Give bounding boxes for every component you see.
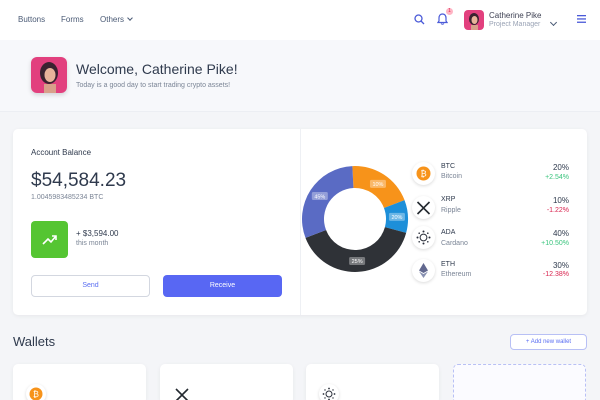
asset-symbol-eth: ETH [441,261,455,268]
asset-percent-ada: 40% [552,229,569,238]
bell-icon[interactable] [437,13,448,25]
bitcoin-icon: ₿ [412,162,435,185]
nav-link-others-label: Others [100,15,125,24]
user-name: Catherine Pike [489,11,542,20]
donut-label-eth: 45% [311,192,328,200]
welcome-avatar [31,57,67,93]
nav-link-buttons[interactable]: Buttons [18,15,45,24]
donut-label-btc: 10% [369,179,386,188]
asset-name-btc: Bitcoin [441,173,463,180]
asset-name-eth: Ethereum [441,271,472,278]
cardano-icon [412,226,435,249]
wallets-title: Wallets [13,334,56,349]
search-icon[interactable] [414,14,425,25]
top-navbar [0,0,600,40]
xrp-icon [412,196,435,219]
xrp-icon [172,384,192,400]
svg-text:₿: ₿ [33,390,39,399]
ethereum-icon [412,259,435,282]
svg-text:10%: 10% [372,182,383,188]
asset-name-ada: Cardano [441,240,468,247]
nav-link-forms[interactable]: Forms [61,15,84,24]
asset-symbol-xrp: XRP [441,196,456,203]
chevron-down-icon [127,15,133,21]
welcome-subtitle: Today is a good day to start trading cry… [76,82,231,89]
donut-label-ada: 25% [349,256,366,265]
donut-slice-eth [302,166,354,238]
welcome-title: Welcome, Catherine Pike! [76,61,238,77]
add-wallet-button[interactable]: + Add new wallet [510,334,587,350]
donut-label-xrp: 20% [388,212,405,221]
send-button[interactable]: Send [31,275,150,297]
monthly-change-amount: + $3,594.00 [76,229,119,238]
svg-text:45%: 45% [314,194,325,200]
trending-up-icon [42,235,57,245]
account-balance-btc: 1.0045983485234 BTC [31,194,104,201]
receive-button[interactable]: Receive [163,275,282,297]
donut-slice-ada [305,227,407,272]
asset-symbol-ada: ADA [441,229,456,236]
notification-badge: 1 [446,8,453,15]
asset-name-xrp: Ripple [441,207,461,214]
svg-text:25%: 25% [352,259,363,265]
allocation-donut-chart: 10% 20% 25% 45% [302,166,408,272]
hamburger-menu-icon[interactable] [577,15,586,23]
asset-change-ada: +10.50% [541,240,569,247]
user-avatar[interactable] [464,10,484,30]
asset-change-btc: +2.54% [545,174,569,181]
asset-change-eth: -12.38% [542,271,569,278]
account-balance-amount: $54,584.23 [31,170,127,191]
asset-percent-eth: 30% [552,261,569,270]
asset-symbol-btc: BTC [441,163,455,170]
user-role: Project Manager [489,21,541,28]
asset-percent-xrp: 10% [552,196,569,205]
trend-up-box [31,221,68,258]
user-menu-chevron-icon[interactable] [549,14,558,32]
cardano-icon [319,384,339,400]
bitcoin-icon: ₿ [26,384,46,400]
svg-text:₿: ₿ [420,169,426,180]
asset-percent-btc: 20% [552,163,569,172]
nav-link-others[interactable]: Others [100,15,133,24]
monthly-change-period: this month [76,240,109,247]
svg-text:20%: 20% [391,215,402,221]
asset-change-xrp: -1.22% [546,207,569,214]
account-balance-title: Account Balance [31,148,92,157]
wallet-card-new[interactable] [453,364,586,400]
